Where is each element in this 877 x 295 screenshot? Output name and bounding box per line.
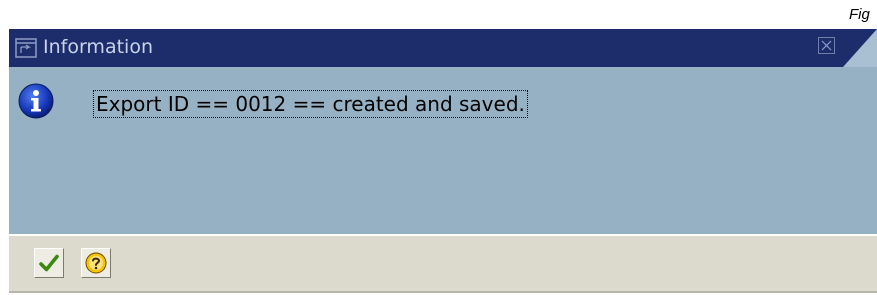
figure-label: Fig (849, 6, 870, 23)
checkmark-icon (39, 254, 59, 272)
dialog-content: Export ID == 0012 == created and saved. (9, 67, 877, 234)
message-text: Export ID == 0012 == created and saved. (93, 90, 528, 118)
info-icon (18, 83, 54, 119)
help-icon (85, 252, 107, 274)
dialog-title: Information (43, 36, 153, 58)
window-icon (15, 38, 37, 58)
dialog-footer (9, 236, 877, 291)
information-dialog: Information Export ID == 0012 == created… (9, 29, 877, 293)
ok-button[interactable] (34, 248, 64, 278)
dialog-title-bar[interactable]: Information (9, 29, 877, 67)
help-button[interactable] (81, 248, 111, 278)
close-icon[interactable] (818, 37, 835, 54)
dialog-bottom-edge (9, 291, 877, 293)
